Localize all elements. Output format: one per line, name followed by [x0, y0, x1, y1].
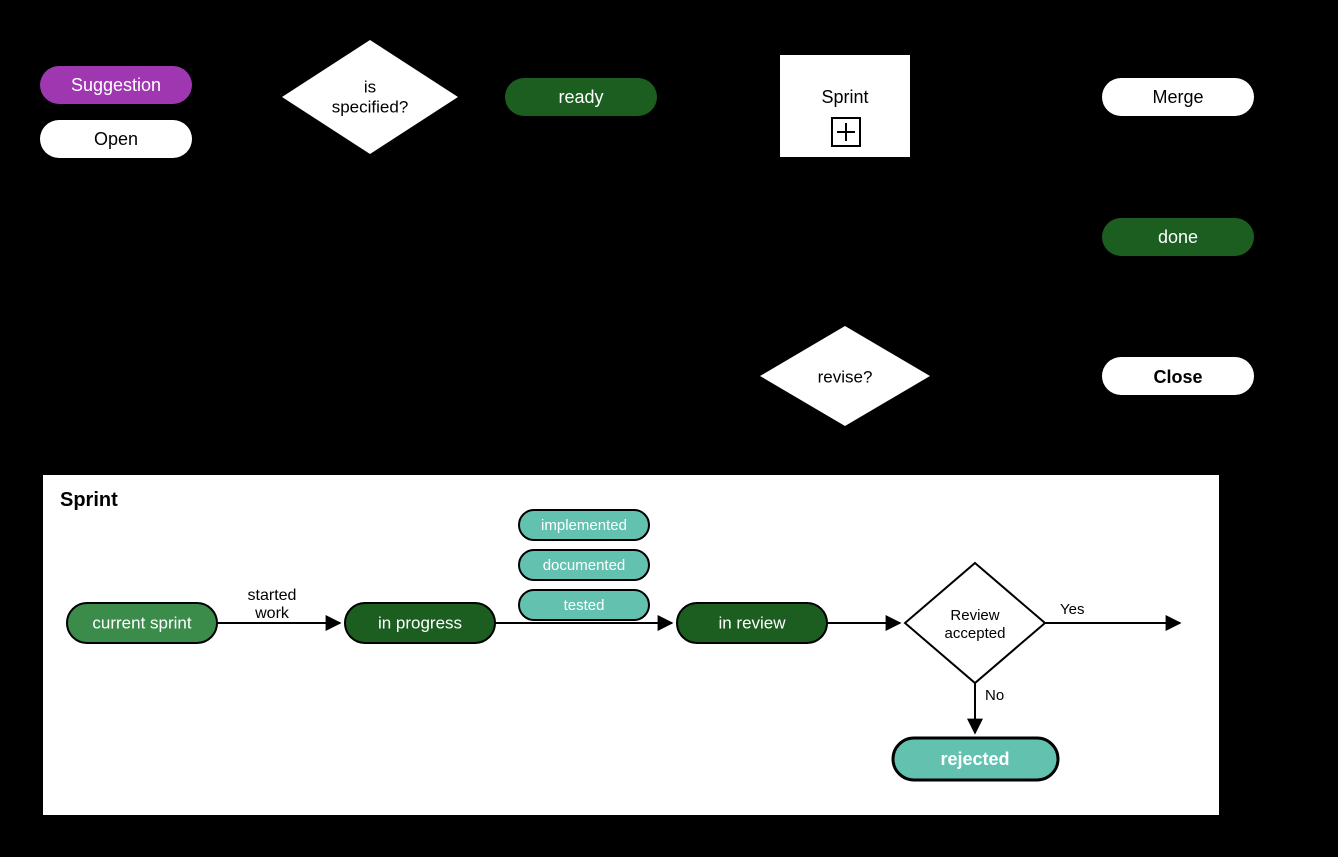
label-rejected: rejected [940, 749, 1009, 769]
node-done: done [1102, 218, 1254, 256]
node-revise: revise? [760, 326, 930, 426]
node-rejected: rejected [893, 738, 1058, 780]
node-close: Close [1102, 357, 1254, 395]
label-implemented: implemented [541, 517, 627, 534]
label-no: No [985, 687, 1004, 704]
node-in-review: in review [677, 603, 827, 643]
label-review-accepted-2: accepted [945, 625, 1006, 642]
node-implemented: implemented [519, 510, 649, 540]
label-sprint-top: Sprint [821, 87, 868, 107]
label-done: done [1158, 227, 1198, 247]
label-in-progress: in progress [378, 613, 462, 632]
sprint-container: Sprint current sprint started work in pr… [43, 475, 1219, 815]
node-open: Open [40, 120, 192, 158]
label-started-work-2: work [254, 605, 290, 622]
sprint-box-title: Sprint [60, 489, 118, 511]
label-tested: tested [564, 597, 605, 614]
node-suggestion: Suggestion [40, 66, 192, 104]
node-sprint-subprocess: Sprint [780, 55, 910, 157]
label-revise: revise? [818, 367, 873, 386]
label-in-review: in review [718, 613, 786, 632]
label-merge: Merge [1152, 87, 1203, 107]
label-suggestion: Suggestion [71, 75, 161, 95]
node-tested: tested [519, 590, 649, 620]
label-is-specified-2: specified? [332, 97, 409, 116]
label-started-work-1: started [248, 587, 297, 604]
label-yes: Yes [1060, 601, 1084, 618]
node-is-specified: is specified? [282, 40, 458, 154]
node-current-sprint: current sprint [67, 603, 217, 643]
node-documented: documented [519, 550, 649, 580]
node-merge: Merge [1102, 78, 1254, 116]
label-open: Open [94, 129, 138, 149]
label-ready: ready [558, 87, 603, 107]
label-review-accepted-1: Review [950, 607, 999, 624]
node-in-progress: in progress [345, 603, 495, 643]
label-close: Close [1153, 367, 1202, 387]
label-is-specified-1: is [364, 77, 376, 96]
label-documented: documented [543, 557, 626, 574]
label-current-sprint: current sprint [92, 613, 191, 632]
node-ready: ready [505, 78, 657, 116]
